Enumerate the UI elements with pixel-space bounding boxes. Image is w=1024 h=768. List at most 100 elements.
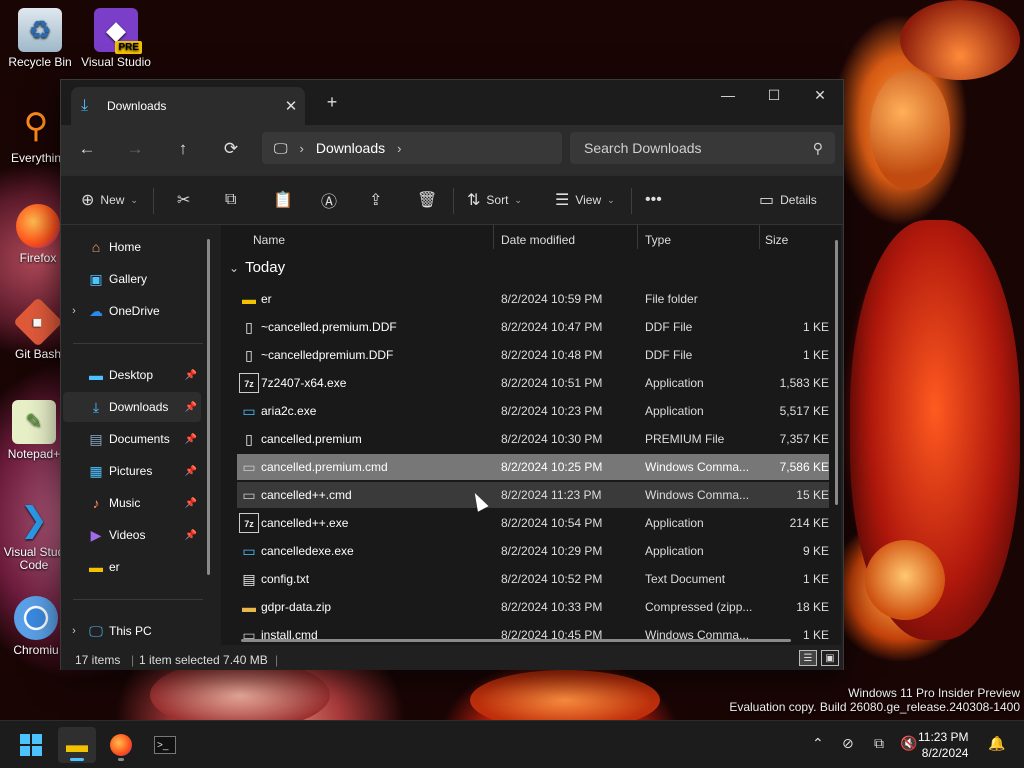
- zip-folder-icon: ▬: [242, 599, 256, 615]
- file-row[interactable]: ▯ cancelled.premium 8/2/2024 10:30 PM PREMI…: [237, 426, 829, 452]
- chevron-right-icon[interactable]: ›: [300, 141, 304, 156]
- search-input[interactable]: Search Downloads: [584, 140, 813, 156]
- search-box[interactable]: Search Downloads ⚲: [570, 132, 835, 164]
- paste-button[interactable]: 📋: [273, 188, 293, 212]
- details-pane-button[interactable]: ▭ Details: [759, 188, 817, 212]
- more-options-button[interactable]: •••: [645, 188, 662, 212]
- file-list-horizontal-scrollbar[interactable]: [241, 639, 791, 642]
- taskbar-terminal[interactable]: >_: [146, 727, 184, 763]
- sidebar-item-label: Desktop: [109, 368, 154, 382]
- file-name: cancelled++.cmd: [261, 488, 352, 502]
- file-name: cancelledexe.exe: [261, 544, 354, 558]
- file-icon: ▯: [245, 347, 253, 363]
- sidebar-item-gallery[interactable]: ▣ Gallery: [63, 264, 201, 294]
- sidebar-item-documents[interactable]: ▤ Documents 📌: [63, 424, 201, 454]
- details-view-toggle[interactable]: ☰: [799, 650, 817, 666]
- tab-downloads[interactable]: ⤓ Downloads ✕: [71, 87, 305, 125]
- new-tab-button[interactable]: +: [321, 92, 343, 113]
- display-icon[interactable]: ⧉: [874, 735, 884, 752]
- file-row[interactable]: ▭ cancelled.premium.cmd 8/2/2024 10:25 PM W…: [237, 454, 829, 480]
- pin-icon[interactable]: 📌: [185, 370, 197, 381]
- volume-muted-icon[interactable]: 🔇: [900, 735, 917, 752]
- column-divider[interactable]: [637, 225, 638, 249]
- pin-icon[interactable]: 📌: [185, 466, 197, 477]
- forward-button[interactable]: →: [123, 139, 147, 159]
- address-bar[interactable]: 🖵 › Downloads ›: [262, 132, 562, 164]
- application-icon: ▭: [242, 543, 256, 559]
- pin-icon[interactable]: 📌: [185, 402, 197, 413]
- sidebar-item-er[interactable]: ▬ er: [63, 552, 201, 582]
- up-button[interactable]: ↑: [171, 139, 195, 159]
- column-header-name[interactable]: Name: [253, 233, 285, 247]
- file-row[interactable]: ▭ cancelledexe.exe 8/2/2024 10:29 PM Applic…: [237, 538, 829, 564]
- column-divider[interactable]: [493, 225, 494, 249]
- column-header-date-modified[interactable]: Date modified: [501, 233, 575, 247]
- file-row[interactable]: 7z 7z2407-x64.exe 8/2/2024 10:51 PM Applica…: [237, 370, 829, 396]
- view-button[interactable]: ☰ View ⌄: [555, 188, 615, 212]
- column-header-size[interactable]: Size: [765, 233, 788, 247]
- taskbar-firefox[interactable]: [102, 727, 140, 763]
- large-icons-view-toggle[interactable]: ▣: [821, 650, 839, 666]
- file-row[interactable]: ▯ ~cancelled.premium.DDF 8/2/2024 10:47 PM…: [237, 314, 829, 340]
- sidebar-item-desktop[interactable]: ▬ Desktop 📌: [63, 360, 201, 390]
- navigation-pane-divider: [73, 599, 203, 600]
- file-row[interactable]: ▭ aria2c.exe 8/2/2024 10:23 PM Application 5…: [237, 398, 829, 424]
- cut-button[interactable]: ✂: [177, 188, 190, 212]
- network-icon[interactable]: ⊘: [842, 735, 854, 752]
- column-headers: ⌃ Name Date modified Type Size: [221, 225, 841, 255]
- file-name: 7z2407-x64.exe: [261, 376, 347, 390]
- sidebar-item-videos[interactable]: ▶ Videos 📌: [63, 520, 201, 550]
- group-header-today[interactable]: ⌄ Today: [229, 259, 285, 276]
- start-button[interactable]: [12, 727, 50, 763]
- file-row[interactable]: ▤ config.txt 8/2/2024 10:52 PM Text Documen…: [237, 566, 829, 592]
- file-row[interactable]: ▯ ~cancelledpremium.DDF 8/2/2024 10:48 PM D…: [237, 342, 829, 368]
- ellipsis-icon: •••: [645, 191, 662, 208]
- delete-button[interactable]: 🗑: [417, 188, 437, 212]
- close-window-button[interactable]: ✕: [797, 80, 843, 110]
- file-name: ~cancelledpremium.DDF: [261, 348, 394, 362]
- desktop-icon-visual-studio[interactable]: ◆ PRE Visual Studio 2022 Preview: [78, 8, 154, 69]
- sort-button[interactable]: ⇅ Sort ⌄: [467, 188, 522, 212]
- notification-bell-icon[interactable]: 🔔: [988, 735, 1005, 752]
- gallery-icon: ▣: [89, 270, 103, 287]
- close-tab-icon[interactable]: ✕: [277, 97, 305, 115]
- rename-button[interactable]: Ⓐ: [321, 188, 337, 212]
- sidebar-item-home[interactable]: ⌂ Home: [63, 232, 201, 262]
- pin-icon[interactable]: 📌: [185, 498, 197, 509]
- column-header-type[interactable]: Type: [645, 233, 671, 247]
- sidebar-item-onedrive[interactable]: › ☁ OneDrive: [63, 296, 201, 326]
- 7zip-icon: 7z: [239, 513, 259, 533]
- show-hidden-icons-button[interactable]: ⌃: [812, 735, 824, 752]
- chromium-icon: [14, 596, 58, 640]
- maximize-button[interactable]: ☐: [751, 80, 797, 110]
- chevron-right-icon[interactable]: ›: [63, 625, 85, 637]
- column-divider[interactable]: [759, 225, 760, 249]
- copy-button[interactable]: ⧉: [225, 188, 236, 212]
- clock[interactable]: 11:23 PM 8/2/2024: [918, 729, 968, 761]
- new-button[interactable]: ⊕ New ⌄: [81, 188, 138, 212]
- breadcrumb-downloads[interactable]: Downloads: [316, 140, 385, 156]
- sidebar-item-downloads[interactable]: ⤓ Downloads 📌: [63, 392, 201, 422]
- minimize-button[interactable]: —: [705, 80, 751, 110]
- taskbar-file-explorer[interactable]: ▬: [58, 727, 96, 763]
- chevron-right-icon[interactable]: ›: [397, 141, 401, 156]
- sidebar-item-label: Documents: [109, 432, 170, 446]
- file-list-vertical-scrollbar[interactable]: [835, 240, 838, 505]
- share-button[interactable]: ⇪: [369, 188, 382, 212]
- sidebar-item-pictures[interactable]: ▦ Pictures 📌: [63, 456, 201, 486]
- chevron-right-icon[interactable]: ›: [63, 305, 85, 317]
- file-row[interactable]: ▭ cancelled++.cmd 8/2/2024 11:23 PM Windows…: [237, 482, 829, 508]
- desktop-folder-icon: ▬: [89, 367, 103, 383]
- navigation-pane-scrollbar[interactable]: [207, 239, 210, 575]
- sidebar-item-this-pc[interactable]: › 🖵 This PC: [63, 616, 201, 646]
- firefox-icon: [110, 734, 132, 756]
- file-row[interactable]: 7z cancelled++.exe 8/2/2024 10:54 PM Applic…: [237, 510, 829, 536]
- back-button[interactable]: ←: [75, 139, 99, 159]
- file-row[interactable]: ▬ er 8/2/2024 10:59 PM File folder: [237, 286, 829, 312]
- pin-icon[interactable]: 📌: [185, 434, 197, 445]
- refresh-button[interactable]: ⟳: [219, 139, 243, 159]
- sidebar-item-music[interactable]: ♪ Music 📌: [63, 488, 201, 518]
- desktop-icon-recycle-bin[interactable]: ♻ Recycle Bin: [2, 8, 78, 69]
- file-row[interactable]: ▬ gdpr-data.zip 8/2/2024 10:33 PM Compresse…: [237, 594, 829, 620]
- pin-icon[interactable]: 📌: [185, 530, 197, 541]
